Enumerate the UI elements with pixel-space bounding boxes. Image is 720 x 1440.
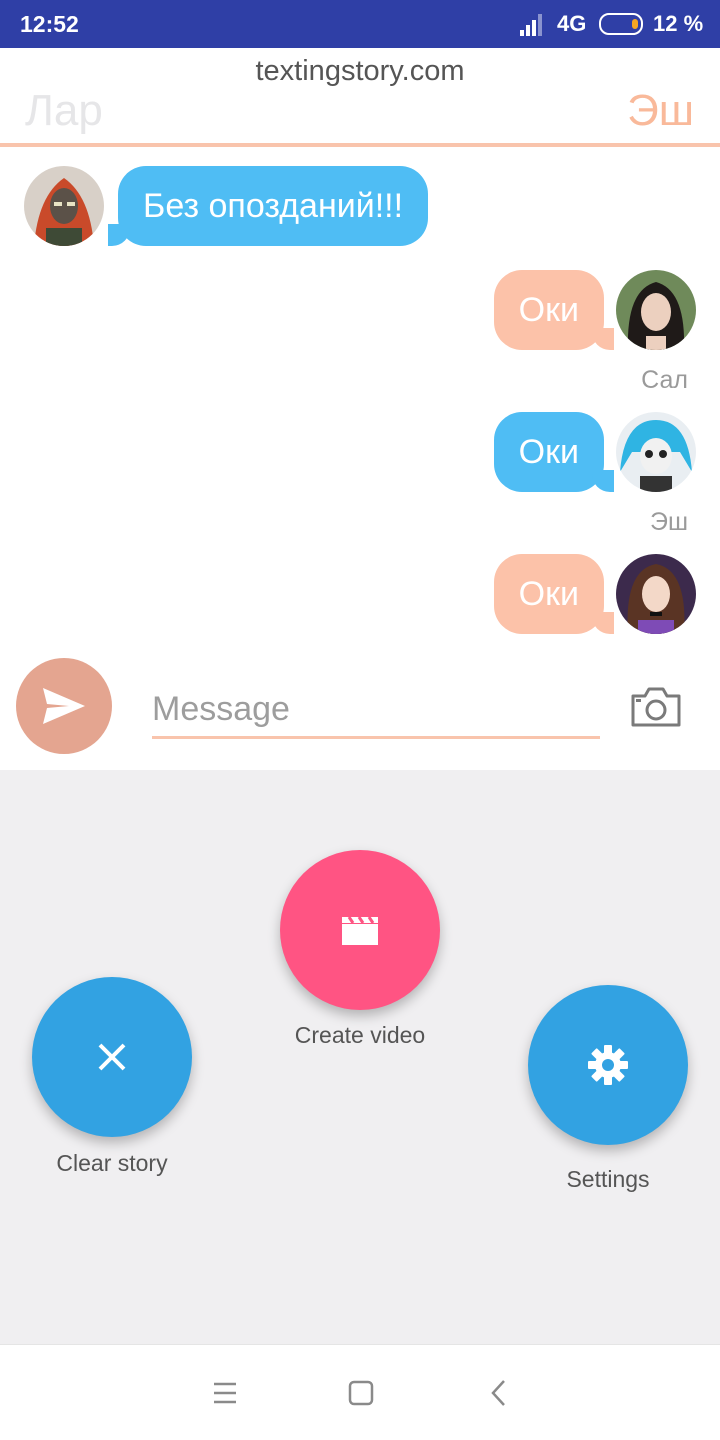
- camera-icon[interactable]: [630, 686, 682, 728]
- clear-story-button[interactable]: [32, 977, 192, 1137]
- network-type: 4G: [557, 11, 587, 36]
- signal-icon: [520, 14, 542, 36]
- clear-story-label: Clear story: [56, 1150, 168, 1176]
- status-bar: 12:52 4G 12 %: [0, 0, 720, 48]
- contact-name-right[interactable]: Эш: [627, 86, 694, 136]
- message-bubble-1[interactable]: Без опозданий!!!: [108, 166, 429, 246]
- create-video-button[interactable]: [280, 850, 440, 1010]
- message-bubble-4[interactable]: Оки: [493, 554, 614, 634]
- contact-name-left[interactable]: Лар: [25, 86, 103, 136]
- message-text: Оки: [518, 433, 579, 471]
- header-divider: [0, 143, 720, 147]
- home-icon[interactable]: [341, 1373, 381, 1413]
- input-underline: [152, 736, 600, 739]
- gear-icon: [588, 1045, 628, 1085]
- status-time: 12:52: [20, 11, 79, 37]
- message-bubble-2[interactable]: Оки: [493, 270, 614, 350]
- message-text: Оки: [518, 575, 579, 613]
- film-clapper-icon: [342, 916, 378, 945]
- settings-button[interactable]: [528, 985, 688, 1145]
- message-text: Оки: [518, 291, 579, 329]
- avatar-blue-hair[interactable]: [616, 412, 696, 492]
- avatar-dark-hair[interactable]: [616, 270, 696, 350]
- sender-label: Сал: [641, 366, 688, 394]
- close-icon: [98, 1043, 126, 1071]
- navigation-bar: [0, 1344, 720, 1440]
- site-url: textingstory.com: [255, 55, 465, 87]
- avatar-red-hood[interactable]: [24, 166, 104, 246]
- avatar-brown-hair[interactable]: [616, 554, 696, 634]
- menu-icon[interactable]: [205, 1373, 245, 1413]
- send-icon: [43, 688, 85, 724]
- message-text: Без опозданий!!!: [143, 187, 404, 225]
- sender-label: Эш: [649, 508, 688, 536]
- action-panel: Create video Clear story Settings: [0, 770, 720, 1344]
- settings-label: Settings: [566, 1166, 650, 1192]
- send-button[interactable]: [16, 658, 112, 754]
- battery-percent: 12 %: [653, 11, 704, 36]
- create-video-label: Create video: [294, 1022, 426, 1048]
- message-input[interactable]: [152, 683, 600, 735]
- message-bubble-3[interactable]: Оки: [493, 412, 614, 492]
- back-icon[interactable]: [479, 1373, 519, 1413]
- battery-icon: [599, 13, 643, 35]
